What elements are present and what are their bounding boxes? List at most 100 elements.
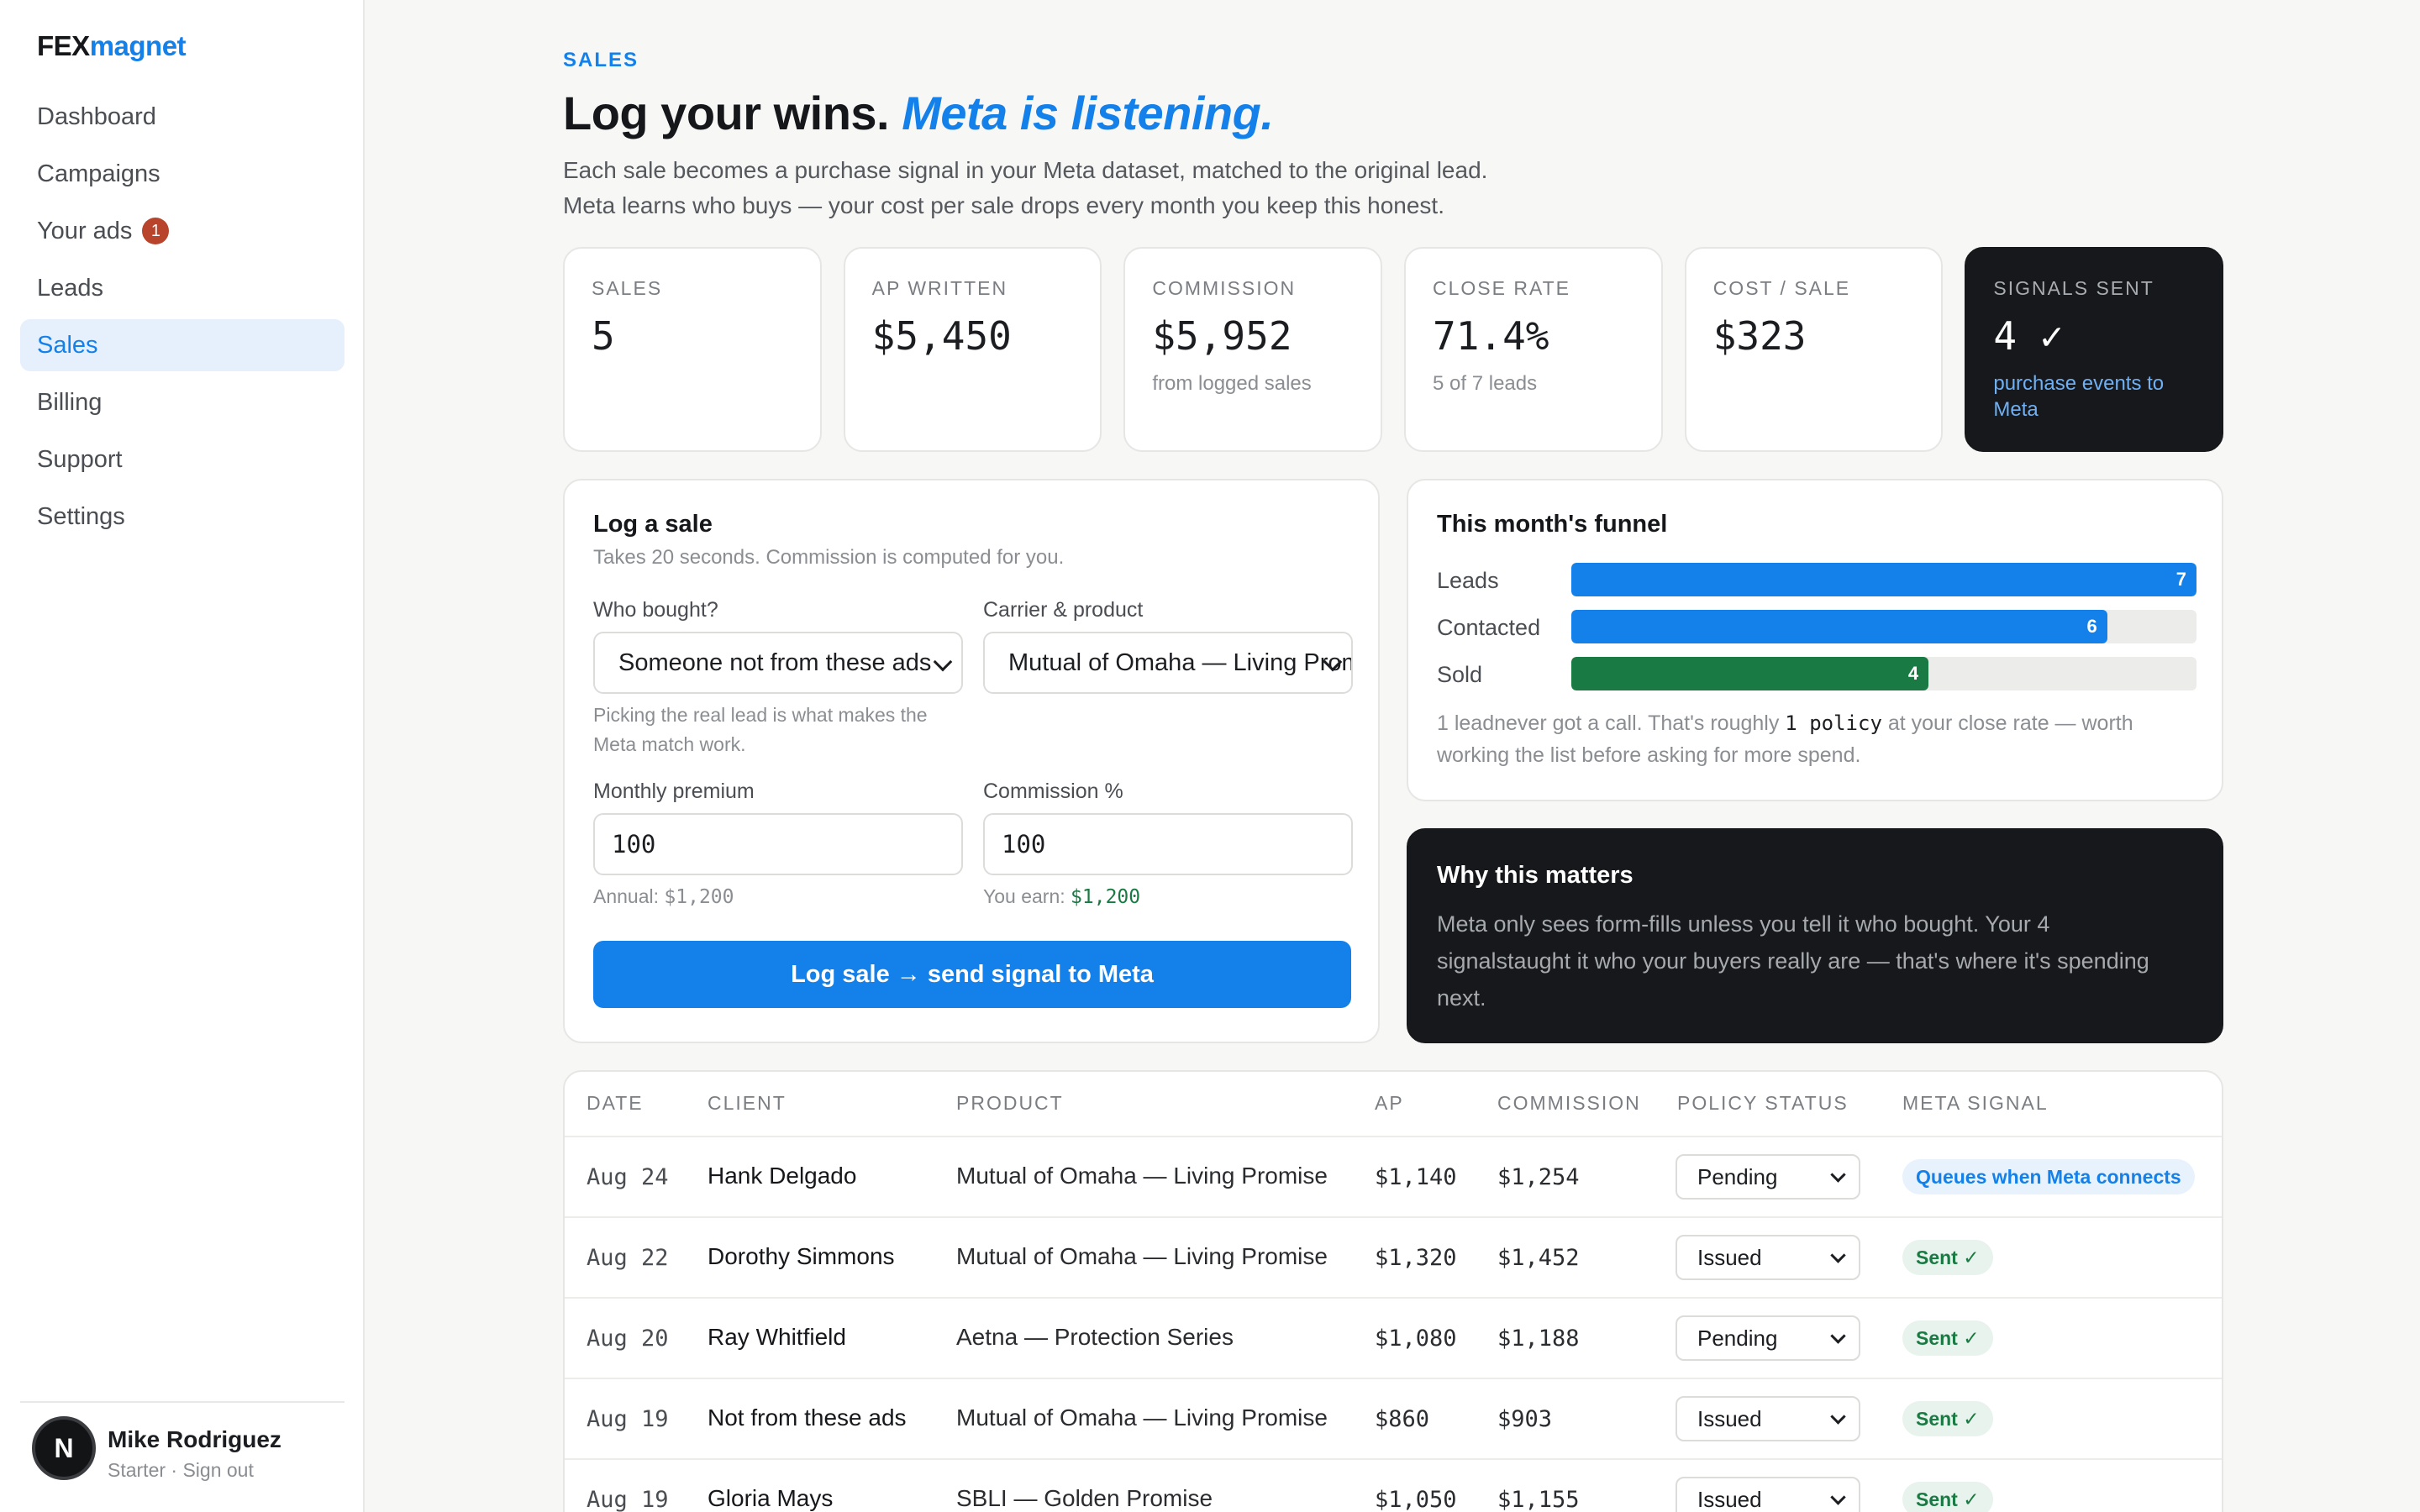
card-title: This month's funnel <box>1437 511 1668 538</box>
policy-status-select[interactable]: Issued <box>1676 1477 1860 1512</box>
who-bought-value: Someone not from these ads <box>618 648 932 676</box>
user-name: Mike Rodriguez <box>108 1426 281 1452</box>
funnel-bar: 6 <box>1571 610 2107 643</box>
cell-date: Aug 20 <box>587 1326 669 1352</box>
cell-date: Aug 19 <box>587 1406 669 1432</box>
funnel-label: Contacted <box>1437 615 1541 640</box>
cell-product: Aetna — Protection Series <box>956 1324 1234 1350</box>
column-header-meta-signal[interactable]: META SIGNAL <box>1902 1092 2049 1115</box>
user-plan-sign-out[interactable]: Starter · Sign out <box>108 1459 254 1482</box>
table-row: Aug 20 Ray Whitfield Aetna — Protection … <box>565 1299 2222 1379</box>
who-bought-hint: Picking the real lead is what makes the … <box>593 704 928 755</box>
brand-logo[interactable]: FEXmagnet <box>37 30 187 62</box>
stat-label: CLOSE RATE <box>1433 277 1571 299</box>
commission-percent-input[interactable]: 100 <box>983 813 1353 875</box>
table-row: Aug 19 Gloria Mays SBLI — Golden Promise… <box>565 1460 2222 1512</box>
chevron-down-icon <box>1830 1409 1846 1425</box>
cell-commission: $1,452 <box>1497 1245 1580 1271</box>
policy-status-value: Pending <box>1697 1325 1778 1351</box>
cell-client[interactable]: Gloria Mays <box>708 1485 833 1512</box>
policy-status-select[interactable]: Pending <box>1676 1154 1860 1200</box>
cell-commission: $1,254 <box>1497 1164 1580 1190</box>
stat-value: 5 <box>592 313 615 359</box>
cell-ap: $1,140 <box>1375 1164 1457 1190</box>
policy-status-value: Issued <box>1697 1486 1762 1512</box>
page-title-main: Log your wins. <box>563 87 890 139</box>
sidebar-item-billing[interactable]: Billing <box>20 376 345 428</box>
cell-date: Aug 22 <box>587 1245 669 1271</box>
sales-table: DATE CLIENT PRODUCT AP COMMISSION POLICY… <box>563 1070 2223 1512</box>
avatar[interactable]: N <box>32 1416 96 1480</box>
carrier-product-select[interactable]: Mutual of Omaha — Living Promise <box>983 632 1353 694</box>
sidebar-nav: Dashboard Campaigns Your ads 1 Leads Sale… <box>20 91 345 548</box>
sidebar: FEXmagnet Dashboard Campaigns Your ads 1 … <box>0 0 365 1512</box>
log-sale-button[interactable]: Log sale → send signal to Meta <box>593 941 1351 1008</box>
funnel-value: 4 <box>1907 663 1919 684</box>
cell-date: Aug 19 <box>587 1487 669 1512</box>
avatar-initial: N <box>54 1432 74 1463</box>
chevron-down-icon <box>1830 1167 1846 1183</box>
funnel-value: 6 <box>2086 616 2097 637</box>
sidebar-item-sales[interactable]: Sales <box>20 319 345 371</box>
stat-value: $323 <box>1712 313 1807 359</box>
sidebar-item-label: Dashboard <box>37 102 156 130</box>
cell-client[interactable]: Not from these ads <box>708 1404 907 1431</box>
stat-card-ap-written: AP WRITTEN $5,450 <box>843 247 1102 452</box>
sidebar-item-your-ads[interactable]: Your ads 1 <box>20 205 345 257</box>
meta-signal-badge: Sent ✓ <box>1902 1482 1993 1512</box>
sidebar-item-support[interactable]: Support <box>20 433 345 486</box>
table-row: Aug 19 Not from these ads Mutual of Omah… <box>565 1379 2222 1460</box>
cell-client[interactable]: Ray Whitfield <box>708 1324 846 1351</box>
why-text: Meta only sees form-fills unless you tel… <box>1437 911 2149 1011</box>
sidebar-item-label: Your ads <box>37 217 133 244</box>
who-bought-select[interactable]: Someone not from these ads <box>593 632 963 694</box>
cell-client[interactable]: Hank Delgado <box>708 1163 856 1189</box>
stats-row: SALES 5 AP WRITTEN $5,450 COMMISSION $5,… <box>563 247 2224 452</box>
policy-status-select[interactable]: Pending <box>1676 1315 1860 1361</box>
funnel-note-text: 1 leadnever got a call. That's roughly <box>1437 711 1786 735</box>
column-header-policy-status[interactable]: POLICY STATUS <box>1677 1092 1849 1115</box>
cell-product: Mutual of Omaha — Living Promise <box>956 1163 1328 1189</box>
column-header-ap[interactable]: AP <box>1375 1092 1404 1115</box>
policy-status-select[interactable]: Issued <box>1676 1235 1860 1280</box>
cell-ap: $1,080 <box>1375 1326 1457 1352</box>
funnel-row-leads: Leads 7 <box>1437 563 2196 598</box>
column-header-date[interactable]: DATE <box>587 1092 644 1115</box>
sidebar-item-campaigns[interactable]: Campaigns <box>20 148 345 200</box>
cell-client[interactable]: Dorothy Simmons <box>708 1243 895 1270</box>
stat-label: AP WRITTEN <box>871 277 1008 299</box>
sidebar-item-settings[interactable]: Settings <box>20 491 345 543</box>
column-header-client[interactable]: CLIENT <box>708 1092 786 1115</box>
brand-part-2: magnet <box>89 30 187 61</box>
meta-signal-badge: Sent ✓ <box>1902 1240 1993 1275</box>
who-bought-label: Who bought? <box>593 598 718 622</box>
notification-badge: 1 <box>142 218 170 244</box>
stat-label: COMMISSION <box>1152 277 1297 299</box>
cell-commission: $1,188 <box>1497 1326 1580 1352</box>
why-this-matters-card: Why this matters Meta only sees form-fil… <box>1407 828 2223 1043</box>
page-title-accent: Meta is listening. <box>902 87 1274 139</box>
column-header-product[interactable]: PRODUCT <box>956 1092 1064 1115</box>
cell-product: SBLI — Golden Promise <box>956 1485 1213 1511</box>
cell-ap: $1,320 <box>1375 1245 1457 1271</box>
monthly-premium-label: Monthly premium <box>593 780 755 803</box>
sidebar-item-label: Settings <box>37 502 125 530</box>
card-title: Why this matters <box>1437 862 1634 889</box>
you-earn-hint: You earn: $1,200 <box>983 882 1140 912</box>
log-sale-button-label: Log sale → send signal to Meta <box>791 960 1154 988</box>
sidebar-item-leads[interactable]: Leads <box>20 262 345 314</box>
funnel-row-sold: Sold 4 <box>1437 657 2196 692</box>
sidebar-item-dashboard[interactable]: Dashboard <box>20 91 345 143</box>
carrier-product-value: Mutual of Omaha — Living Promise <box>1008 648 1351 676</box>
monthly-premium-input[interactable]: 100 <box>593 813 963 875</box>
table-header: DATE CLIENT PRODUCT AP COMMISSION POLICY… <box>565 1072 2222 1137</box>
sidebar-item-label: Support <box>37 445 123 473</box>
policy-status-select[interactable]: Issued <box>1676 1396 1860 1441</box>
funnel-track: 4 <box>1571 657 2196 690</box>
page-eyebrow: SALES <box>563 49 639 71</box>
cell-product: Mutual of Omaha — Living Promise <box>956 1404 1328 1431</box>
divider <box>20 1401 345 1403</box>
funnel-label: Sold <box>1437 662 1483 687</box>
column-header-commission[interactable]: COMMISSION <box>1497 1092 1641 1115</box>
page-description-line-2: Meta learns who buys — your cost per sal… <box>563 192 1444 218</box>
